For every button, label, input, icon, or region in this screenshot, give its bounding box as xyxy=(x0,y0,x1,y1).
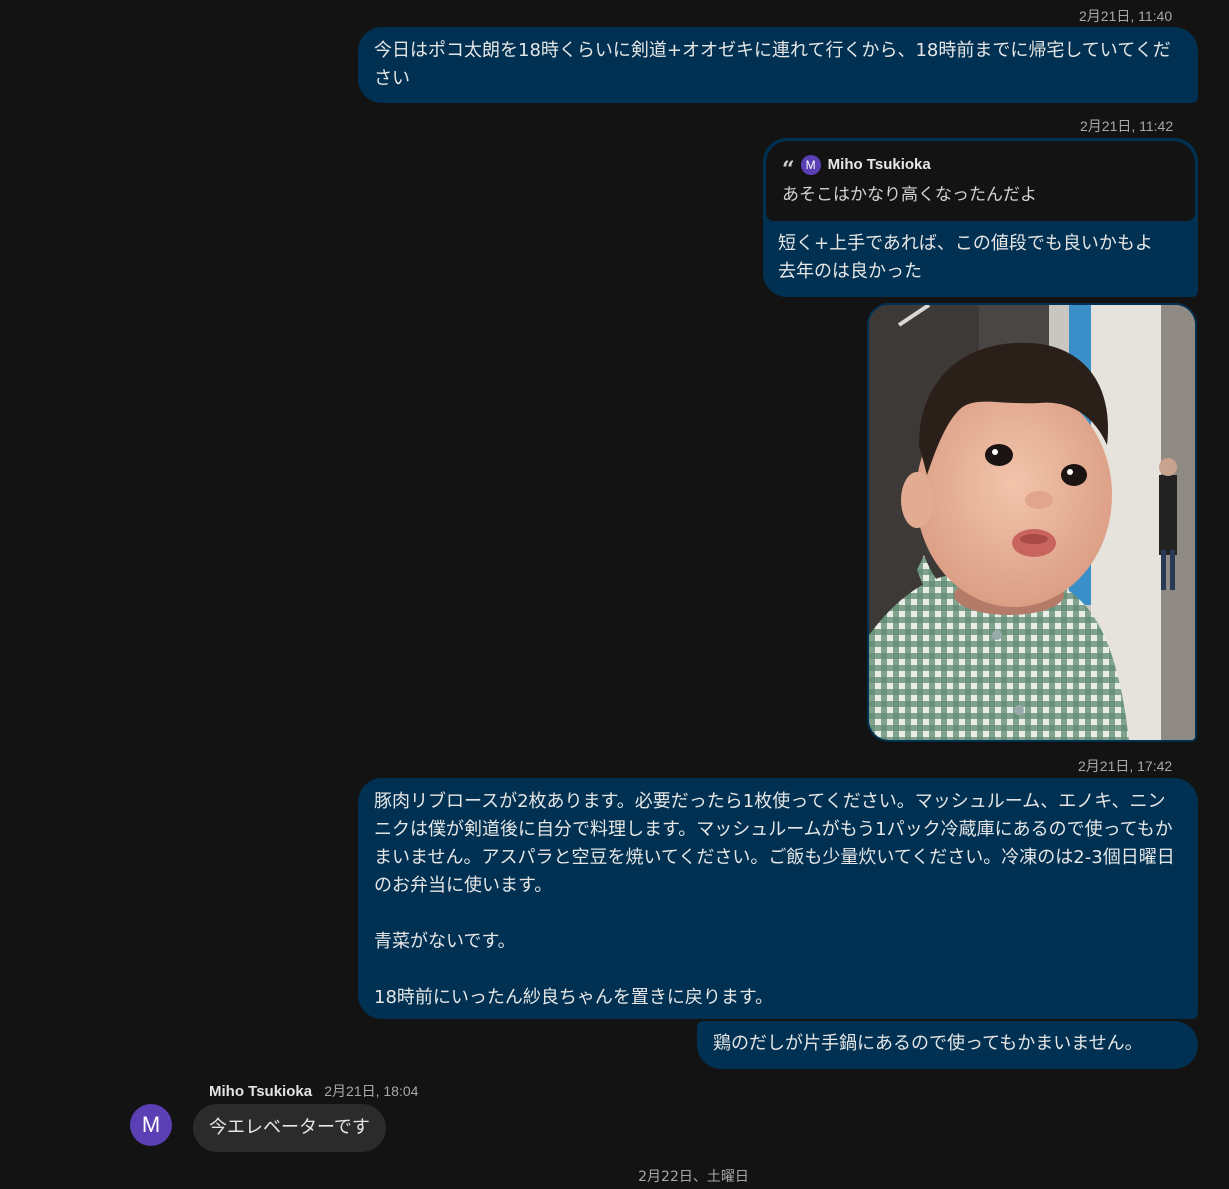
quoted-message[interactable]: “ M Miho Tsukioka あそこはかなり高くなったんだよ xyxy=(766,141,1195,221)
message-timestamp: 2月21日, 17:42 xyxy=(1078,758,1173,774)
outgoing-reply-message[interactable]: “ M Miho Tsukioka あそこはかなり高くなったんだよ 短く+上手で… xyxy=(763,138,1198,297)
avatar[interactable]: M xyxy=(130,1104,172,1146)
quote-icon: “ xyxy=(782,157,795,183)
sender-name: Miho Tsukioka xyxy=(209,1083,313,1100)
quoted-author-name: Miho Tsukioka xyxy=(827,156,931,173)
quoted-author-avatar: M xyxy=(800,155,821,175)
message-line: 短く+上手であれば、この値段でも良いかもよ xyxy=(778,233,1153,254)
child-photo-image xyxy=(869,305,1195,740)
message-line: 去年のは良かった xyxy=(778,261,922,282)
incoming-message[interactable]: 今エレベーターです xyxy=(193,1104,386,1152)
outgoing-message[interactable]: 今日はポコ太朗を18時くらいに剣道+オオゼキに連れて行くから、18時前までに帰宅… xyxy=(358,27,1198,103)
sender-header: Miho Tsukioka 2月21日, 18:04 xyxy=(209,1081,418,1101)
quoted-text: あそこはかなり高くなったんだよ xyxy=(782,185,1037,205)
message-timestamp: 2月21日, 11:40 xyxy=(1079,8,1173,24)
outgoing-message[interactable]: 豚肉リブロースが2枚あります。必要だったら1枚使ってください。マッシュルーム、エ… xyxy=(358,778,1198,1019)
photo-attachment[interactable] xyxy=(867,303,1197,742)
date-divider: 2月22日、土曜日 xyxy=(638,1169,749,1185)
message-timestamp: 2月21日, 11:42 xyxy=(1080,118,1174,134)
outgoing-message[interactable]: 鶏のだしが片手鍋にあるので使ってもかまいません。 xyxy=(697,1021,1198,1069)
message-timestamp: 2月21日, 18:04 xyxy=(324,1083,419,1099)
chat-thread: 2月21日, 11:40 今日はポコ太朗を18時くらいに剣道+オオゼキに連れて行… xyxy=(0,0,1229,1189)
